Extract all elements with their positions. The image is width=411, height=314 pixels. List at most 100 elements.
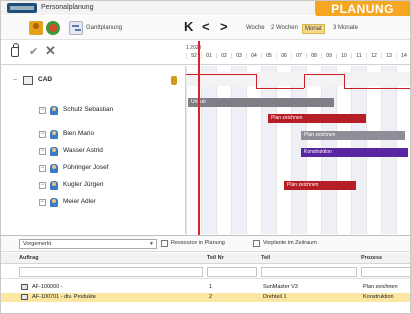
collapse-icon[interactable]: − [39,148,46,155]
person-name: Pühringer Josef [63,164,109,171]
cell-prozess: Plan zeichnen [363,284,398,290]
range-2weeks-button[interactable]: 2 Wochen [269,24,300,32]
collapse-icon[interactable]: − [39,131,46,138]
filter-input[interactable] [207,267,257,277]
group-label: CAD [38,76,53,83]
checkbox-label: Ressource in Planung [171,240,225,246]
week-column [231,66,246,234]
column-header[interactable]: Auftrag [19,255,39,261]
gantt-bar[interactable]: Plan zeichnen [268,114,366,123]
person-icon [50,198,58,207]
cell-teil-nr: 1 [209,284,213,290]
collapse-icon[interactable]: − [39,107,46,114]
table-row[interactable]: AF-100701 - div. Produkte 2 Drehteil 1 K… [1,293,410,302]
capacity-line [304,74,305,88]
order-icon [21,294,28,300]
person-icon [50,181,58,190]
cell-teil: SunMaster V3 [263,284,298,290]
week-label: 14 [396,53,410,59]
cell-auftrag: AF-100701 - div. Produkte [32,294,96,300]
filter-input[interactable] [261,267,357,277]
week-label: 09 [321,53,336,59]
week-label: 03 [231,53,246,59]
week-label: 13 [381,53,396,59]
week-label: 02 [216,53,231,59]
person-name: Wasser Astrid [63,147,103,154]
week-label: 04 [246,53,261,59]
nav-first-button[interactable]: K [184,20,193,34]
app-window: Personalplanung PLANUNG Ganttplanung K <… [0,0,411,314]
column-header[interactable]: Teil [261,255,270,261]
resource-in-planning-checkbox[interactable] [161,240,168,247]
capacity-line [256,74,257,88]
app-title: Personalplanung [41,4,94,11]
close-icon[interactable]: ✕ [45,43,56,59]
week-label: 10 [336,53,351,59]
planned-in-period-checkbox[interactable] [253,240,260,247]
gantt-icon[interactable] [69,21,83,35]
capacity-line [344,88,410,89]
week-column [216,66,231,234]
person-name: Meier Adler [63,198,96,205]
week-column [201,66,216,234]
checkbox-label: Vorplante im Zeitraum [263,240,317,246]
collapse-toggle[interactable]: − [13,77,17,84]
table-row[interactable]: AF-100000 - 1 SunMaster V3 Plan zeichnen [1,283,410,292]
person-icon [50,147,58,156]
table-header: Auftrag Teil Nr Teil Prozess [1,253,410,264]
cell-auftrag: AF-100000 - [32,284,63,290]
week-column [276,66,291,234]
gantt-planning-dropdown[interactable]: Ganttplanung [86,25,122,31]
nav-next-button[interactable]: > [220,20,228,34]
check-icon[interactable]: ✔ [29,45,38,58]
filter-bar: Vorgemerkt ▼ Ressource in Planung Vorpla… [1,236,410,252]
range-month-button[interactable]: Monat [302,24,325,34]
column-header[interactable]: Teil Nr [207,255,224,261]
lock-icon[interactable] [11,43,19,57]
person-add-icon[interactable] [29,21,43,35]
person-name: Kugler Jürgen [63,181,104,188]
capacity-line [256,88,304,89]
capacity-line [304,74,344,75]
week-column [246,66,261,234]
filter-input[interactable] [361,267,410,277]
week-label: 05 [261,53,276,59]
status-select[interactable]: Vorgemerkt ▼ [19,239,157,249]
gantt-bar[interactable]: Urlaub [188,98,334,107]
person-icon [171,76,177,85]
cell-teil: Drehteil 1 [263,294,287,300]
range-3months-button[interactable]: 3 Monate [331,24,360,32]
collapse-icon[interactable]: − [39,182,46,189]
nav-prev-button[interactable]: < [202,20,210,34]
person-icon [50,164,58,173]
filter-input[interactable] [19,267,203,277]
week-label: 11 [351,53,366,59]
column-filter-row [1,265,410,279]
gantt-chart: Urlaub Plan zeichnen Plan zeichnen Konst… [186,66,410,234]
person-name: Schulz Sebastian [63,106,114,113]
range-week-button[interactable]: Woche [244,24,267,32]
group-icon [23,76,33,85]
cell-prozess: Konstruktion [363,294,394,300]
person-name: Bien Mario [63,130,95,137]
person-icon [50,106,58,115]
gantt-bar[interactable]: Plan zeichnen [284,181,356,190]
gantt-bar[interactable]: Konstruktion [301,148,408,157]
collapse-icon[interactable]: − [39,165,46,172]
capacity-line [344,74,345,88]
column-header[interactable]: Prozess [361,255,382,261]
order-icon [21,284,28,290]
resource-tree: − CAD − Schulz Sebastian − Bien Mario − … [1,66,186,234]
resource-icon[interactable] [46,21,60,35]
week-label: 12 [366,53,381,59]
order-panel: Vorgemerkt ▼ Ressource in Planung Vorpla… [1,235,410,313]
chevron-down-icon: ▼ [149,241,154,247]
cell-teil-nr: 2 [209,294,213,300]
app-logo [7,3,37,13]
gantt-bar[interactable]: Plan zeichnen [301,131,405,140]
week-label: 06 [276,53,291,59]
week-label: 08 [306,53,321,59]
status-select-value: Vorgemerkt [23,241,52,247]
week-label: 07 [291,53,306,59]
collapse-icon[interactable]: − [39,199,46,206]
